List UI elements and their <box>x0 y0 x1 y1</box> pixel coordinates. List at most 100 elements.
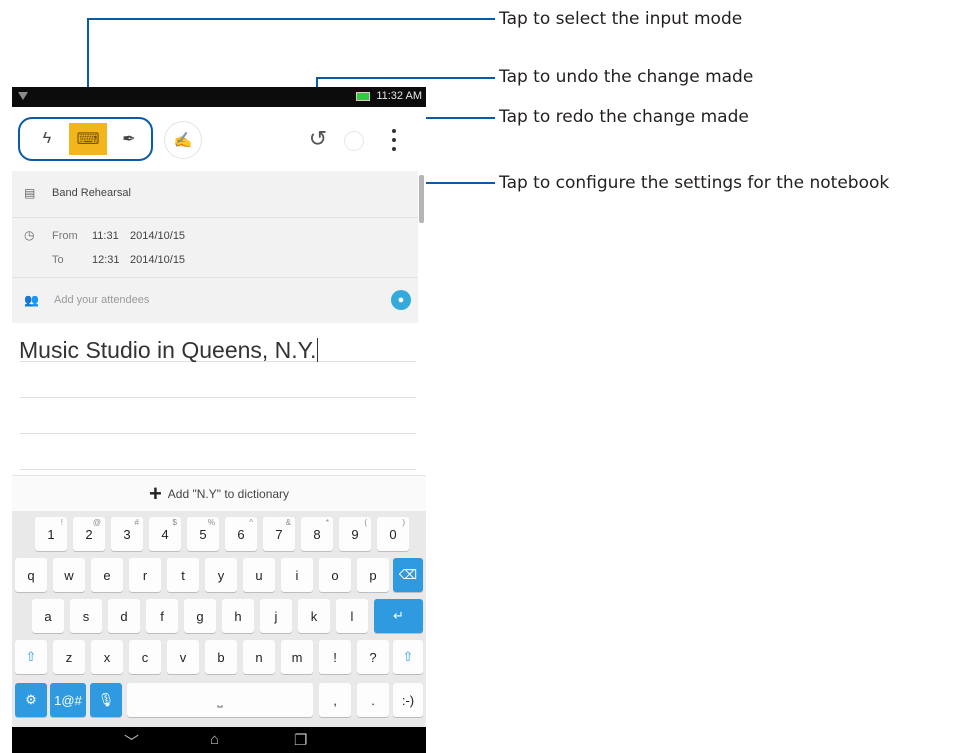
key-b[interactable]: b <box>205 640 237 674</box>
key-v[interactable]: v <box>167 640 199 674</box>
key-l[interactable]: l <box>336 599 368 633</box>
draw-tool-button[interactable]: ✍ <box>164 121 202 159</box>
key-label: v <box>179 649 187 665</box>
handwriting-icon: ϟ <box>42 130 52 147</box>
key-label: z <box>65 649 73 665</box>
key-g[interactable]: g <box>184 599 216 633</box>
key-6[interactable]: 6 ^ <box>225 517 257 551</box>
space-key[interactable]: ⎵ <box>127 683 313 717</box>
key-label: k <box>310 608 318 624</box>
key-z[interactable]: z <box>53 640 85 674</box>
calendar-icon: ▤ <box>24 186 36 200</box>
key-5[interactable]: 5% <box>187 517 219 551</box>
key-q[interactable]: q <box>15 558 47 592</box>
key-s[interactable]: s <box>70 599 102 633</box>
keyboard-icon: ⌨ <box>76 131 100 148</box>
from-time[interactable]: 11:31 <box>92 230 119 242</box>
menu-dot <box>392 138 396 142</box>
event-time-row[interactable]: ◷ From 11:31 2014/10/15 To 12:31 2014/10… <box>12 217 418 277</box>
draw-icon: ✍ <box>173 132 193 149</box>
key-y[interactable]: y <box>205 558 237 592</box>
key-label: 1 <box>47 526 55 542</box>
key-8[interactable]: 8 * <box>301 517 333 551</box>
to-time[interactable]: 12:31 <box>92 254 120 266</box>
key-1[interactable]: 1! <box>35 517 67 551</box>
key-w[interactable]: w <box>53 558 85 592</box>
from-date[interactable]: 2014/10/15 <box>130 230 185 242</box>
enter-key[interactable]: ↵ <box>374 599 423 633</box>
dictionary-label: Add "N.Y" to dictionary <box>167 486 290 501</box>
pen-mode-button[interactable]: ✒ <box>110 123 148 155</box>
dictionary-suggestion[interactable]: + Add "N.Y" to dictionary <box>12 475 426 511</box>
key-exclamation[interactable]: ! <box>319 640 351 674</box>
key-a[interactable]: a <box>32 599 64 633</box>
key-d[interactable]: d <box>108 599 140 633</box>
key-2[interactable]: 2 @ <box>73 517 105 551</box>
settings-key[interactable]: ⚙ <box>15 683 47 717</box>
battery-icon <box>356 92 370 101</box>
comma-key[interactable]: , <box>319 683 351 717</box>
to-date[interactable]: 2014/10/15 <box>130 254 185 266</box>
key-t[interactable]: t <box>167 558 199 592</box>
key-label: c <box>141 649 149 665</box>
key-7[interactable]: 7 & <box>263 517 295 551</box>
home-icon[interactable]: ⌂ <box>210 731 219 748</box>
key-r[interactable]: r <box>129 558 161 592</box>
key-u[interactable]: u <box>243 558 275 592</box>
key-m[interactable]: m <box>281 640 313 674</box>
key-f[interactable]: f <box>146 599 178 633</box>
attendees-row[interactable]: 👥 Add your attendees ● <box>12 277 418 323</box>
key-label: 6 <box>237 526 245 542</box>
event-title-row[interactable]: ▤ Band Rehearsal <box>12 171 418 217</box>
key-alt: ! <box>60 518 63 527</box>
key-h[interactable]: h <box>222 599 254 633</box>
key-label: 1@# <box>54 692 82 708</box>
key-question[interactable]: ? <box>357 640 389 674</box>
callout-settings-text: Tap to configure the settings for the no… <box>499 173 890 193</box>
keyboard-mode-button[interactable]: ⌨ <box>69 123 107 155</box>
key-label: s <box>82 608 90 624</box>
key-p[interactable]: p <box>357 558 389 592</box>
period-key[interactable]: . <box>357 683 389 717</box>
key-i[interactable]: i <box>281 558 313 592</box>
key-x[interactable]: x <box>91 640 123 674</box>
redo-button[interactable] <box>344 131 364 151</box>
key-n[interactable]: n <box>243 640 275 674</box>
voice-input-key[interactable]: 🎙 <box>90 683 122 717</box>
overflow-menu-button[interactable] <box>384 125 404 155</box>
shift-key-right[interactable]: ⇧ <box>393 640 423 674</box>
undo-button[interactable]: ↺ <box>302 123 334 155</box>
ruled-line <box>20 397 416 398</box>
key-4[interactable]: 4 $ <box>149 517 181 551</box>
note-area[interactable]: Music Studio in Queens, N.Y. <box>12 323 426 475</box>
back-icon[interactable]: ﹀ <box>124 731 139 752</box>
key-3[interactable]: 3 # <box>111 517 143 551</box>
key-c[interactable]: c <box>129 640 161 674</box>
backspace-key[interactable]: ⌫ <box>393 558 423 592</box>
note-text-line[interactable]: Music Studio in Queens, N.Y. <box>19 337 319 364</box>
key-o[interactable]: o <box>319 558 351 592</box>
key-j[interactable]: j <box>260 599 292 633</box>
key-alt: * <box>325 518 329 527</box>
key-label: 7 <box>275 526 283 542</box>
emoticon-key[interactable]: :-) <box>393 683 423 717</box>
symbols-key[interactable]: 1@# <box>50 683 86 717</box>
plus-icon: + <box>148 480 162 506</box>
key-e[interactable]: e <box>91 558 123 592</box>
add-contact-icon[interactable]: ● <box>391 290 411 310</box>
key-0[interactable]: 0) <box>377 517 409 551</box>
key-label: 3 <box>123 526 131 542</box>
key-label: ? <box>369 649 377 665</box>
key-label: n <box>255 649 263 665</box>
key-k[interactable]: k <box>298 599 330 633</box>
recents-icon[interactable]: ❐ <box>294 731 307 749</box>
shift-icon: ⇧ <box>25 649 37 664</box>
scrollbar[interactable] <box>419 175 424 223</box>
handwriting-mode-button[interactable]: ϟ <box>28 123 66 155</box>
callout-redo-text: Tap to redo the change made <box>499 107 749 127</box>
attendees-input[interactable]: Add your attendees <box>54 294 149 306</box>
key-alt: ) <box>402 518 405 527</box>
key-9[interactable]: 9( <box>339 517 371 551</box>
key-label: 0 <box>389 526 397 542</box>
shift-key-left[interactable]: ⇧ <box>15 640 47 674</box>
